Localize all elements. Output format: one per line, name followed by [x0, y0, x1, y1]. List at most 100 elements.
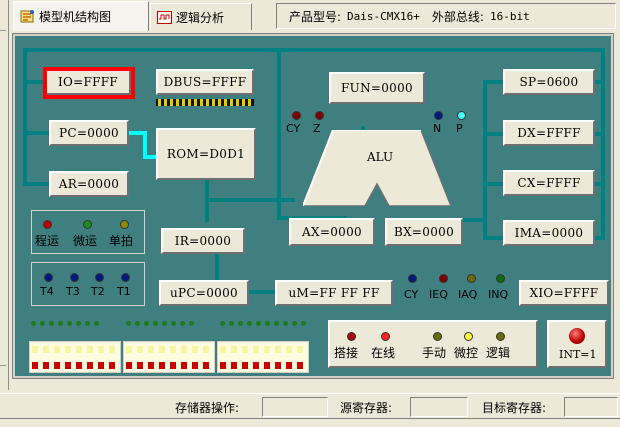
- timing-panel: T4 T3 T2 T1: [31, 262, 145, 306]
- um-flag-label: CY: [404, 288, 419, 301]
- bus-width-label: 外部总线:: [431, 9, 484, 24]
- switch-group[interactable]: [123, 341, 215, 373]
- alu-flag-led: [457, 111, 466, 120]
- cx-register[interactable]: CX=FFFF: [503, 170, 595, 196]
- mode-label[interactable]: 逻辑: [486, 344, 510, 361]
- center-bus-line: [277, 48, 281, 220]
- um-flag-label: IEQ: [429, 288, 448, 301]
- bottom-window-edge: [0, 418, 620, 427]
- cx-link-left: [483, 182, 505, 186]
- tab-logic-analysis[interactable]: 逻辑分析: [150, 3, 252, 30]
- switch-group[interactable]: [217, 341, 309, 373]
- run-mode-label: 微运: [73, 234, 98, 248]
- run-mode-panel: 程运 微运 单拍: [31, 210, 145, 254]
- status-bar: 存储器操作: 源寄存器: 目标寄存器:: [0, 393, 620, 417]
- bus-width-value: 16-bit: [489, 9, 530, 23]
- target-reg-field: [564, 397, 618, 417]
- tab-label: 逻辑分析: [176, 10, 225, 25]
- um-flag-label: INQ: [488, 288, 509, 301]
- ir-bus: [205, 198, 295, 202]
- timing-label: T1: [117, 285, 131, 298]
- top-bus-line: [23, 48, 605, 52]
- alu-label: ALU: [367, 150, 394, 164]
- timing-label: T4: [40, 285, 54, 298]
- alu-unit: [303, 130, 451, 206]
- interrupt-panel: INT=1: [547, 320, 607, 368]
- um-flag-led: [439, 274, 448, 283]
- timing-led: [95, 273, 104, 282]
- pc-rom-active-wire-h2: [143, 155, 157, 159]
- left-window-edge: [0, 0, 9, 390]
- xio-register[interactable]: XIO=FFFF: [519, 280, 609, 306]
- timing-led: [44, 273, 53, 282]
- memory-op-label: 存储器操作:: [175, 401, 240, 415]
- selected-highlight: [43, 67, 135, 99]
- pc-link: [23, 131, 49, 135]
- target-reg-label: 目标寄存器:: [482, 401, 547, 415]
- ar-register[interactable]: AR=0000: [49, 171, 129, 197]
- mode-led: [464, 332, 473, 341]
- pc-register[interactable]: PC=0000: [49, 120, 129, 146]
- mode-label[interactable]: 在线: [371, 344, 395, 361]
- tab-label: 模型机结构图: [39, 10, 112, 24]
- upc-um-link: [247, 290, 275, 294]
- ax-register[interactable]: AX=0000: [289, 218, 375, 246]
- sp-register[interactable]: SP=0600: [503, 69, 595, 95]
- switch-group[interactable]: [29, 341, 121, 373]
- alu-flag-label: P: [456, 122, 463, 135]
- product-model-label: 产品型号:: [289, 9, 342, 24]
- run-mode-label: 程运: [35, 234, 60, 248]
- product-model-value: Dais-CMX16+: [347, 9, 420, 23]
- um-flag-led: [408, 274, 417, 283]
- data-led-row: [31, 321, 311, 331]
- dx-register[interactable]: DX=FFFF: [503, 120, 595, 146]
- alu-flag-label: CY: [286, 122, 301, 135]
- mode-label[interactable]: 手动: [422, 344, 446, 361]
- mode-led: [433, 332, 442, 341]
- rom-register[interactable]: ROM=D0D1: [156, 128, 256, 180]
- timing-label: T3: [66, 285, 80, 298]
- structure-diagram-panel: IO=FFFF DBUS=FFFF PC=0000 AR=0000 ROM=D0…: [12, 33, 614, 379]
- fun-register[interactable]: FUN=0000: [329, 72, 425, 104]
- um-register[interactable]: uM=FF FF FF: [275, 280, 393, 306]
- left-bus-line: [23, 48, 27, 184]
- mode-led: [496, 332, 505, 341]
- interrupt-led: [569, 328, 585, 344]
- memory-op-field: [262, 397, 328, 417]
- structure-icon: [20, 9, 35, 24]
- run-mode-led: [43, 220, 52, 229]
- mode-led: [347, 332, 356, 341]
- reg-bus-right: [601, 80, 605, 240]
- timing-label: T2: [91, 285, 105, 298]
- source-reg-label: 源寄存器:: [340, 401, 393, 415]
- mode-label[interactable]: 微控: [454, 344, 478, 361]
- upc-register[interactable]: uPC=0000: [159, 280, 249, 306]
- alu-flag-led: [315, 111, 324, 120]
- timing-led: [70, 273, 79, 282]
- ima-link-left: [483, 236, 505, 240]
- interrupt-label: INT=1: [559, 348, 597, 361]
- mode-label[interactable]: 搭接: [334, 344, 358, 361]
- um-flag-led: [467, 274, 476, 283]
- mode-switch-panel: 搭接 在线 手动 微控 逻辑: [328, 320, 538, 368]
- waveform-icon: [157, 10, 172, 25]
- tab-structure-diagram[interactable]: 模型机结构图: [13, 1, 149, 31]
- run-mode-led: [83, 220, 92, 229]
- run-mode-led: [120, 220, 129, 229]
- ir-register[interactable]: IR=0000: [161, 228, 245, 254]
- alu-flag-led: [292, 111, 301, 120]
- dbus-led-bar: [156, 99, 254, 106]
- timing-led: [121, 273, 130, 282]
- bx-register[interactable]: BX=0000: [385, 218, 463, 246]
- ar-link: [23, 182, 49, 186]
- um-flag-led: [496, 274, 505, 283]
- dbus-register[interactable]: DBUS=FFFF: [156, 69, 254, 95]
- um-flag-label: IAQ: [458, 288, 478, 301]
- mode-led: [381, 332, 390, 341]
- source-reg-field: [410, 397, 468, 417]
- dx-link-left: [483, 132, 505, 136]
- product-info: 产品型号: Dais-CMX16+ 外部总线: 16-bit: [276, 3, 616, 29]
- switch-bank[interactable]: [29, 341, 309, 373]
- ima-register[interactable]: IMA=0000: [503, 220, 595, 246]
- alu-flag-led: [434, 111, 443, 120]
